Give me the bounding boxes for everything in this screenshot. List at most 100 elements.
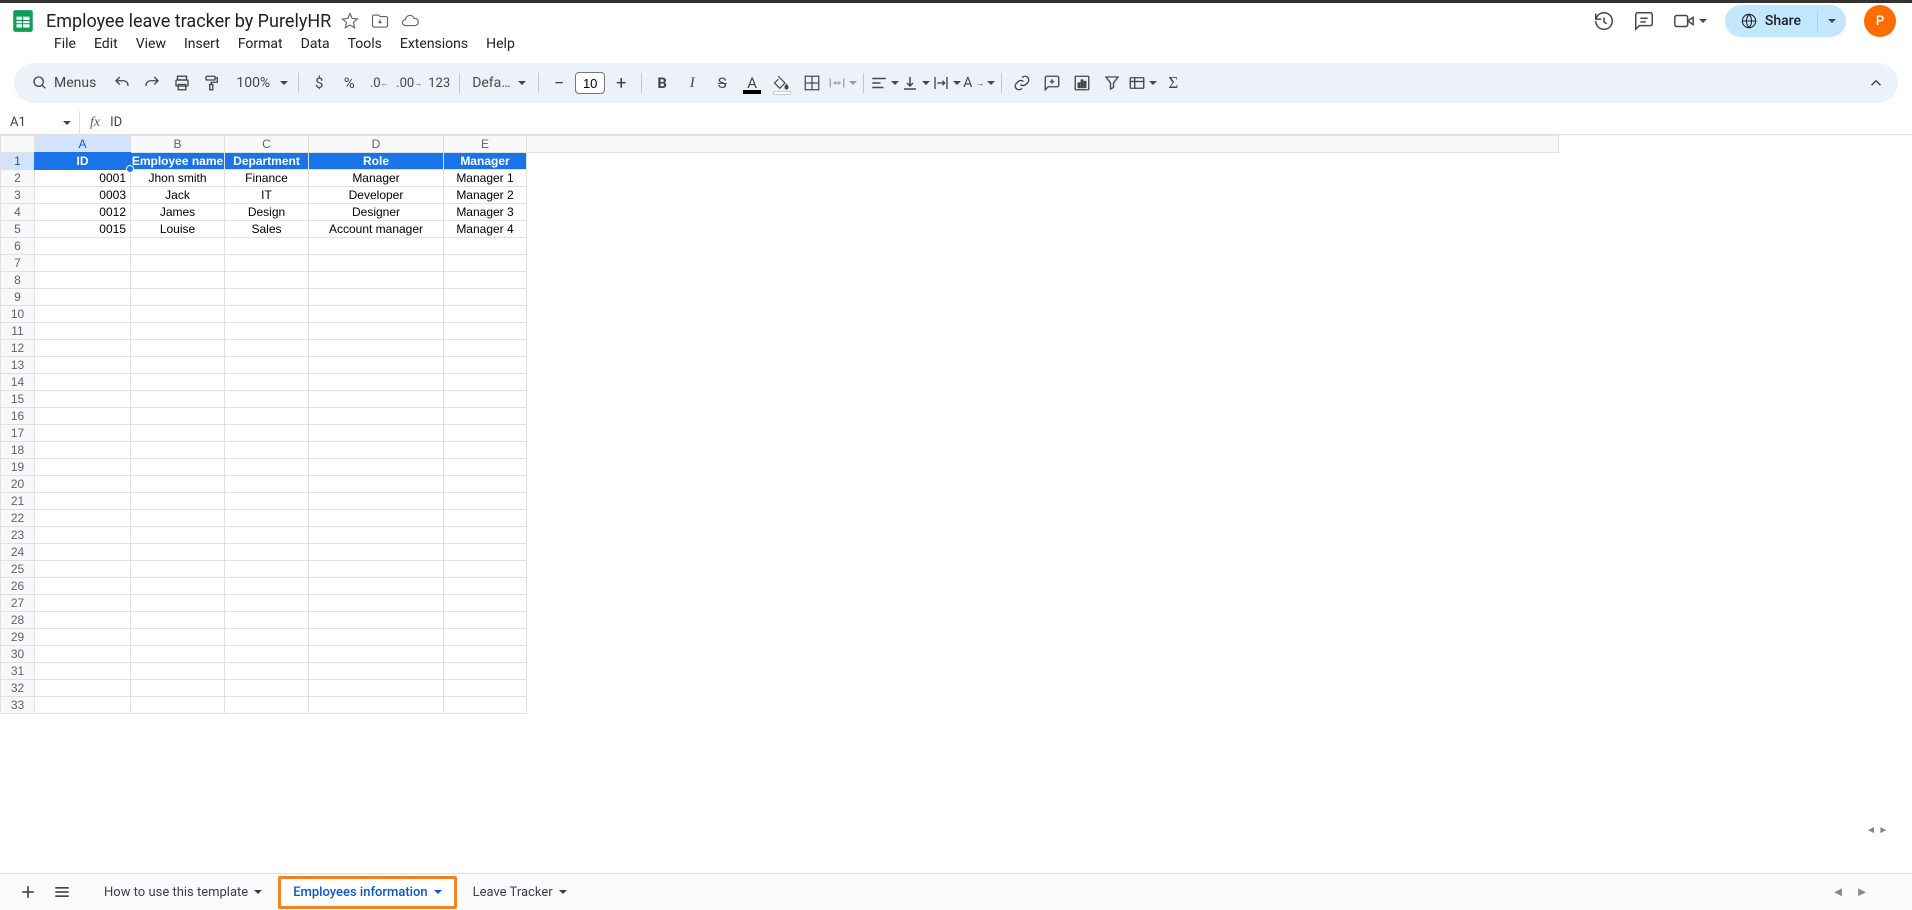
- horizontal-scroll-stub[interactable]: ◄ ►: [1866, 824, 1896, 836]
- format-123-button[interactable]: 123: [425, 69, 453, 97]
- cell-D22[interactable]: [309, 510, 444, 527]
- cell-C26[interactable]: [225, 578, 309, 595]
- row-header-29[interactable]: 29: [1, 629, 35, 646]
- row-header-5[interactable]: 5: [1, 221, 35, 238]
- cell-B9[interactable]: [131, 289, 225, 306]
- cell-E28[interactable]: [444, 612, 527, 629]
- cell-D6[interactable]: [309, 238, 444, 255]
- account-avatar[interactable]: P: [1864, 5, 1896, 37]
- cell-B18[interactable]: [131, 442, 225, 459]
- cell-C10[interactable]: [225, 306, 309, 323]
- cell-C28[interactable]: [225, 612, 309, 629]
- cell-B20[interactable]: [131, 476, 225, 493]
- cell-B16[interactable]: [131, 408, 225, 425]
- menu-file[interactable]: File: [46, 34, 84, 54]
- meet-button[interactable]: [1673, 10, 1707, 32]
- cell-E27[interactable]: [444, 595, 527, 612]
- sheet-tab-employees-information[interactable]: Employees information: [278, 876, 456, 909]
- cell-E21[interactable]: [444, 493, 527, 510]
- cell-A26[interactable]: [35, 578, 131, 595]
- cell-A3[interactable]: 0003: [35, 187, 131, 204]
- row-header-20[interactable]: 20: [1, 476, 35, 493]
- row-header-9[interactable]: 9: [1, 289, 35, 306]
- cell-A32[interactable]: [35, 680, 131, 697]
- cell-D30[interactable]: [309, 646, 444, 663]
- cell-E3[interactable]: Manager 2: [444, 187, 527, 204]
- cell-E18[interactable]: [444, 442, 527, 459]
- cell-B21[interactable]: [131, 493, 225, 510]
- cell-C13[interactable]: [225, 357, 309, 374]
- cell-D19[interactable]: [309, 459, 444, 476]
- cell-C7[interactable]: [225, 255, 309, 272]
- strikethrough-button[interactable]: S: [708, 69, 736, 97]
- cell-A15[interactable]: [35, 391, 131, 408]
- menu-help[interactable]: Help: [478, 34, 523, 54]
- row-header-8[interactable]: 8: [1, 272, 35, 289]
- comments-icon[interactable]: [1633, 10, 1655, 32]
- cell-B5[interactable]: Louise: [131, 221, 225, 238]
- cell-B29[interactable]: [131, 629, 225, 646]
- cell-E1[interactable]: Manager: [444, 153, 527, 170]
- cell-D4[interactable]: Designer: [309, 204, 444, 221]
- cell-E11[interactable]: [444, 323, 527, 340]
- cell-B31[interactable]: [131, 663, 225, 680]
- column-header-B[interactable]: B: [131, 136, 225, 153]
- cell-A1[interactable]: ID: [35, 153, 131, 170]
- cell-E13[interactable]: [444, 357, 527, 374]
- cell-A19[interactable]: [35, 459, 131, 476]
- cell-A20[interactable]: [35, 476, 131, 493]
- cell-D32[interactable]: [309, 680, 444, 697]
- row-header-19[interactable]: 19: [1, 459, 35, 476]
- cell-A18[interactable]: [35, 442, 131, 459]
- menu-tools[interactable]: Tools: [340, 34, 390, 54]
- cell-D5[interactable]: Account manager: [309, 221, 444, 238]
- cell-A27[interactable]: [35, 595, 131, 612]
- cell-E23[interactable]: [444, 527, 527, 544]
- decrease-decimal-button[interactable]: .0←: [365, 69, 393, 97]
- cell-B4[interactable]: James: [131, 204, 225, 221]
- cell-B30[interactable]: [131, 646, 225, 663]
- cell-A11[interactable]: [35, 323, 131, 340]
- row-header-14[interactable]: 14: [1, 374, 35, 391]
- horizontal-align-button[interactable]: [870, 69, 899, 97]
- cell-C2[interactable]: Finance: [225, 170, 309, 187]
- cell-E5[interactable]: Manager 4: [444, 221, 527, 238]
- cell-E8[interactable]: [444, 272, 527, 289]
- cell-C23[interactable]: [225, 527, 309, 544]
- borders-button[interactable]: [798, 69, 826, 97]
- tab-scroll-right-button[interactable]: ►: [1852, 877, 1872, 907]
- cell-B25[interactable]: [131, 561, 225, 578]
- italic-button[interactable]: I: [678, 69, 706, 97]
- cell-C3[interactable]: IT: [225, 187, 309, 204]
- undo-button[interactable]: [108, 69, 136, 97]
- cell-B22[interactable]: [131, 510, 225, 527]
- cell-B8[interactable]: [131, 272, 225, 289]
- menu-data[interactable]: Data: [293, 34, 338, 54]
- cell-E22[interactable]: [444, 510, 527, 527]
- chevron-down-icon[interactable]: [254, 890, 262, 894]
- cell-A6[interactable]: [35, 238, 131, 255]
- cell-C14[interactable]: [225, 374, 309, 391]
- share-button[interactable]: Share: [1725, 5, 1817, 37]
- cell-E26[interactable]: [444, 578, 527, 595]
- cell-C11[interactable]: [225, 323, 309, 340]
- sheet-tab-leave-tracker[interactable]: Leave Tracker: [461, 876, 579, 909]
- cell-B17[interactable]: [131, 425, 225, 442]
- bold-button[interactable]: B: [648, 69, 676, 97]
- row-header-13[interactable]: 13: [1, 357, 35, 374]
- merge-cells-button[interactable]: [828, 69, 857, 97]
- cell-A23[interactable]: [35, 527, 131, 544]
- row-header-11[interactable]: 11: [1, 323, 35, 340]
- cell-E32[interactable]: [444, 680, 527, 697]
- filter-button[interactable]: [1098, 69, 1126, 97]
- cell-A17[interactable]: [35, 425, 131, 442]
- cell-A22[interactable]: [35, 510, 131, 527]
- row-header-22[interactable]: 22: [1, 510, 35, 527]
- insert-link-button[interactable]: [1008, 69, 1036, 97]
- cell-A25[interactable]: [35, 561, 131, 578]
- cell-B23[interactable]: [131, 527, 225, 544]
- cell-A21[interactable]: [35, 493, 131, 510]
- cell-E7[interactable]: [444, 255, 527, 272]
- history-icon[interactable]: [1593, 10, 1615, 32]
- cell-D24[interactable]: [309, 544, 444, 561]
